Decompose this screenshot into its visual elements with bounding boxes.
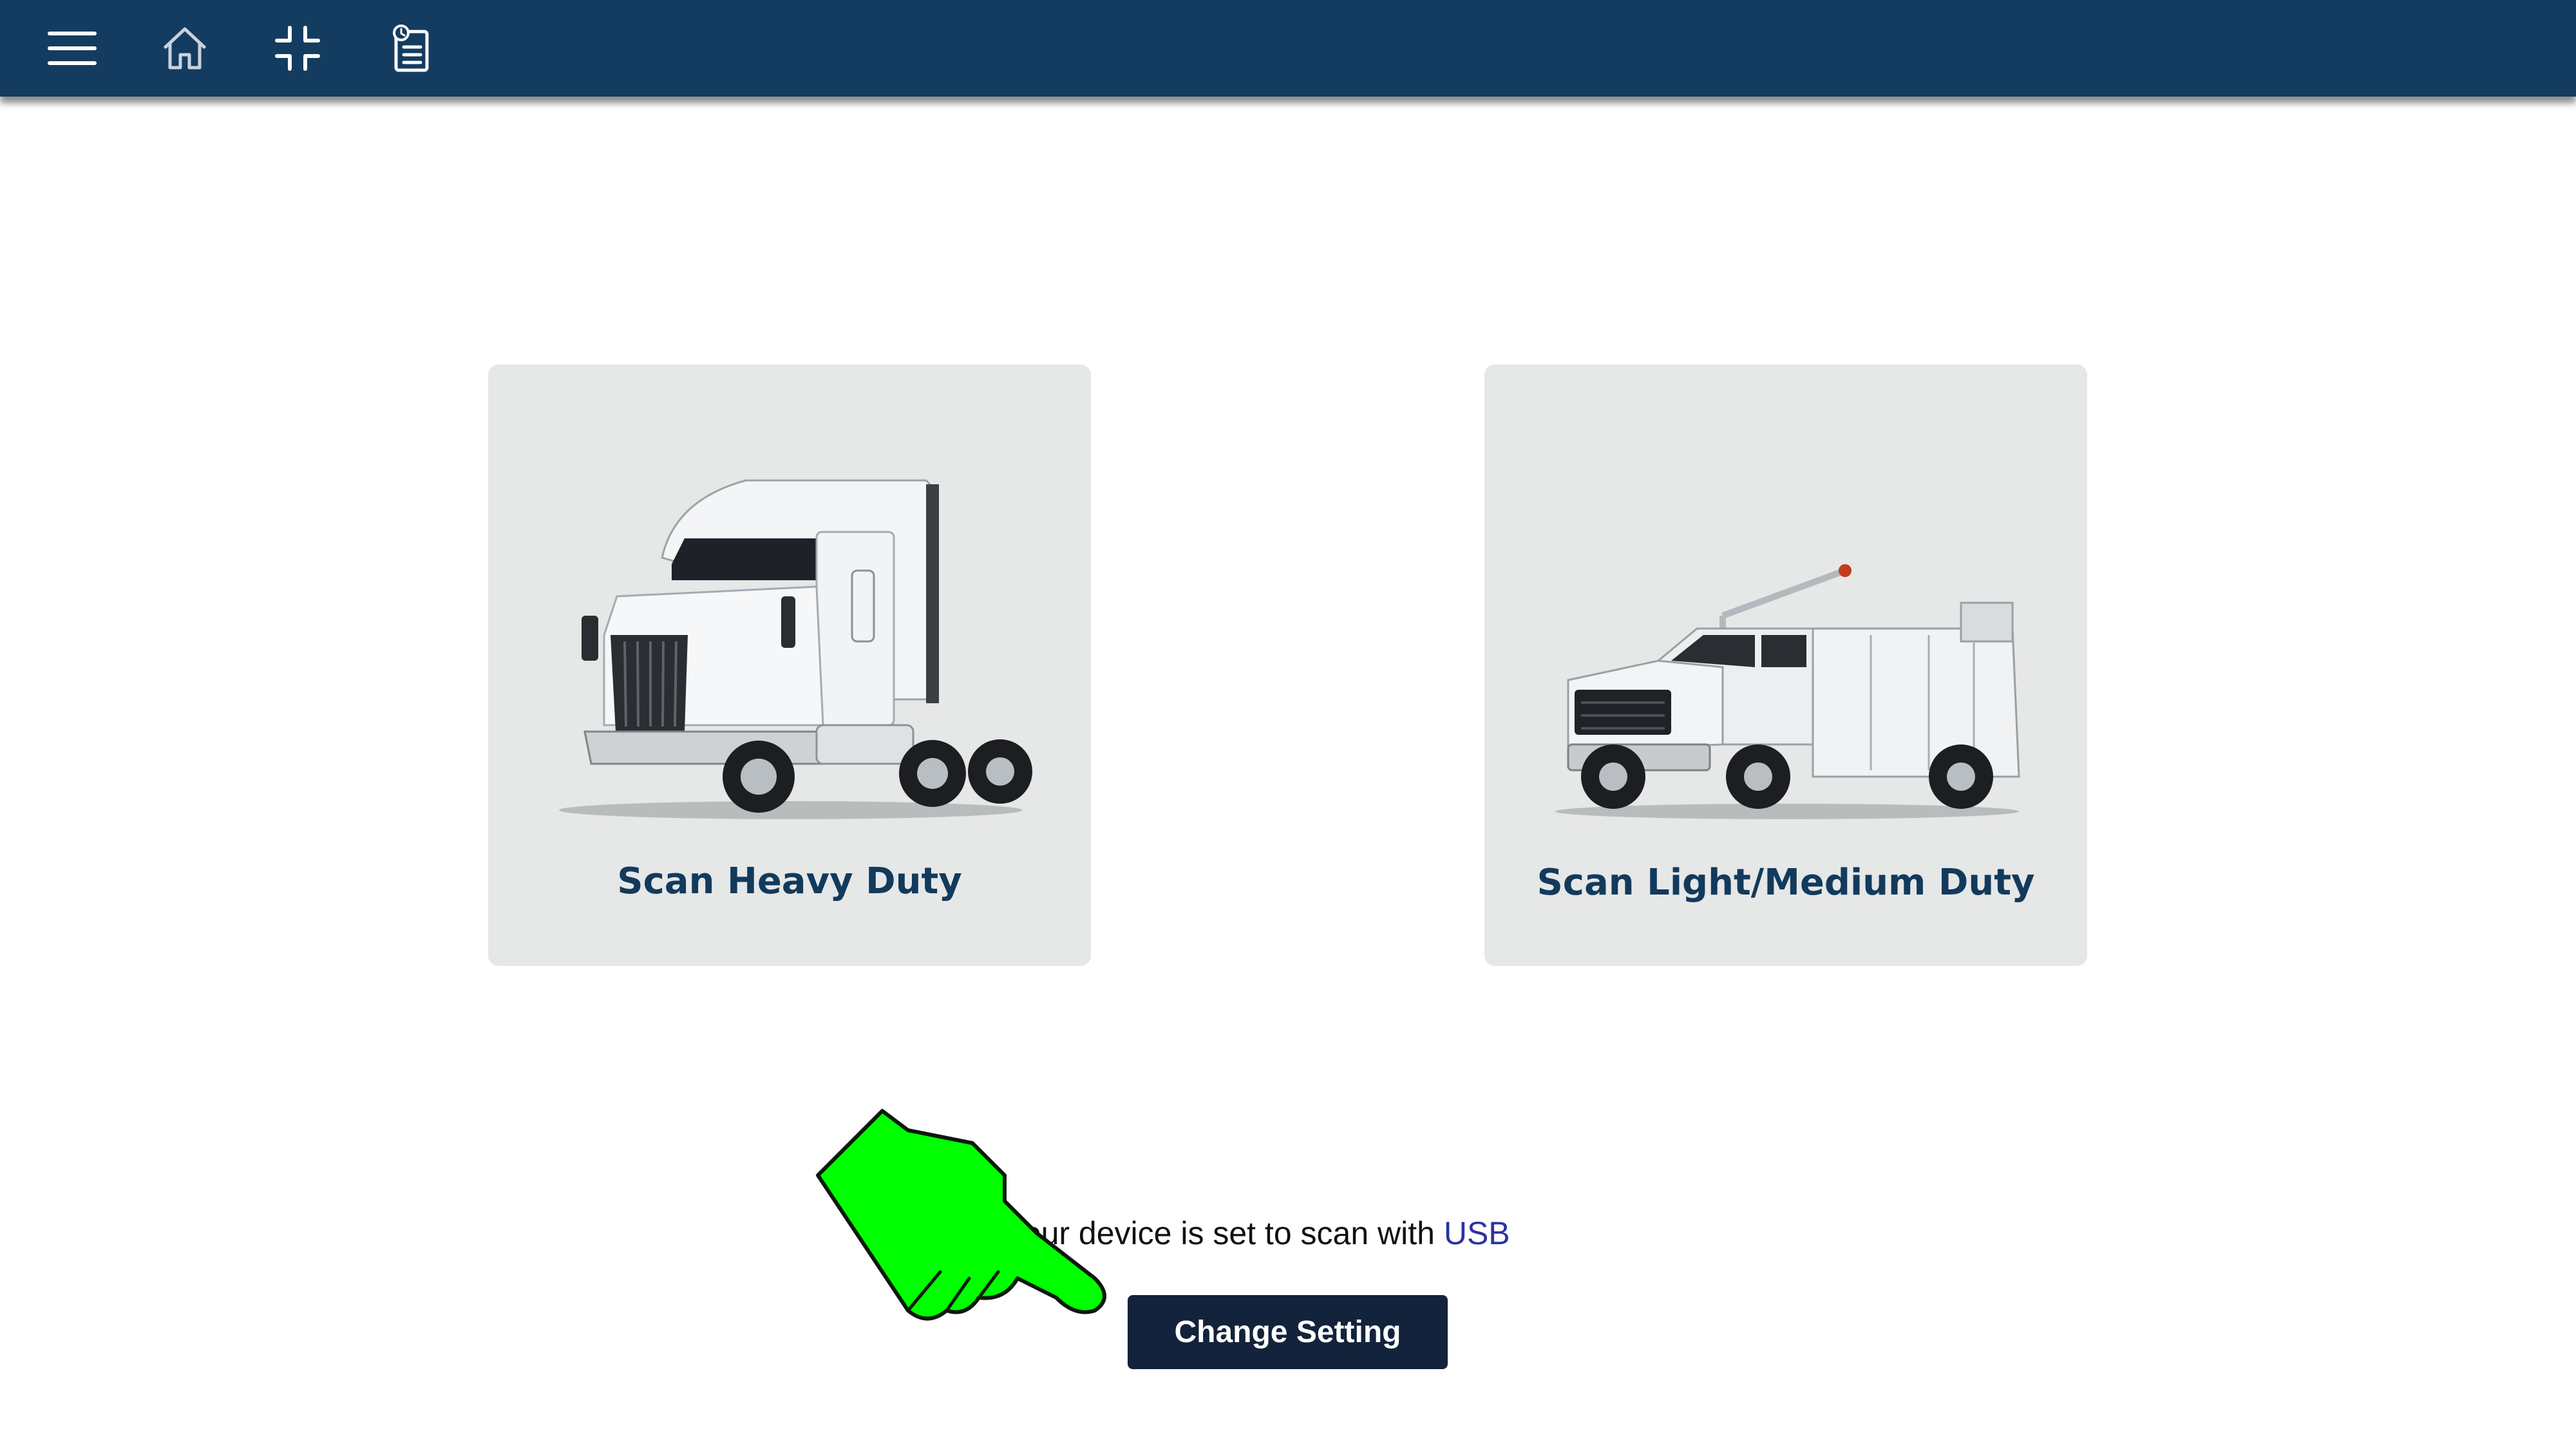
scan-light-medium-duty-card[interactable]: Scan Light/Medium Duty <box>1484 365 2087 966</box>
home-button[interactable] <box>153 16 217 80</box>
collapse-icon <box>275 26 320 71</box>
pointing-hand-icon <box>816 1109 1106 1321</box>
scan-mode-value[interactable]: USB <box>1444 1215 1510 1251</box>
scan-heavy-duty-card[interactable]: Scan Heavy Duty <box>488 365 1091 966</box>
top-toolbar <box>0 0 2576 97</box>
report-button[interactable] <box>378 16 442 80</box>
semi-truck-image <box>559 479 1032 819</box>
home-icon <box>164 27 206 70</box>
scan-light-medium-duty-label: Scan Light/Medium Duty <box>1537 862 2035 904</box>
scan-heavy-duty-label: Scan Heavy Duty <box>617 860 962 902</box>
change-setting-button[interactable]: Change Setting <box>1128 1295 1448 1369</box>
report-icon <box>393 24 429 72</box>
menu-icon <box>48 32 97 65</box>
menu-button[interactable] <box>40 16 104 80</box>
collapse-button[interactable] <box>265 16 330 80</box>
service-pickup-truck-image <box>1555 564 2020 819</box>
